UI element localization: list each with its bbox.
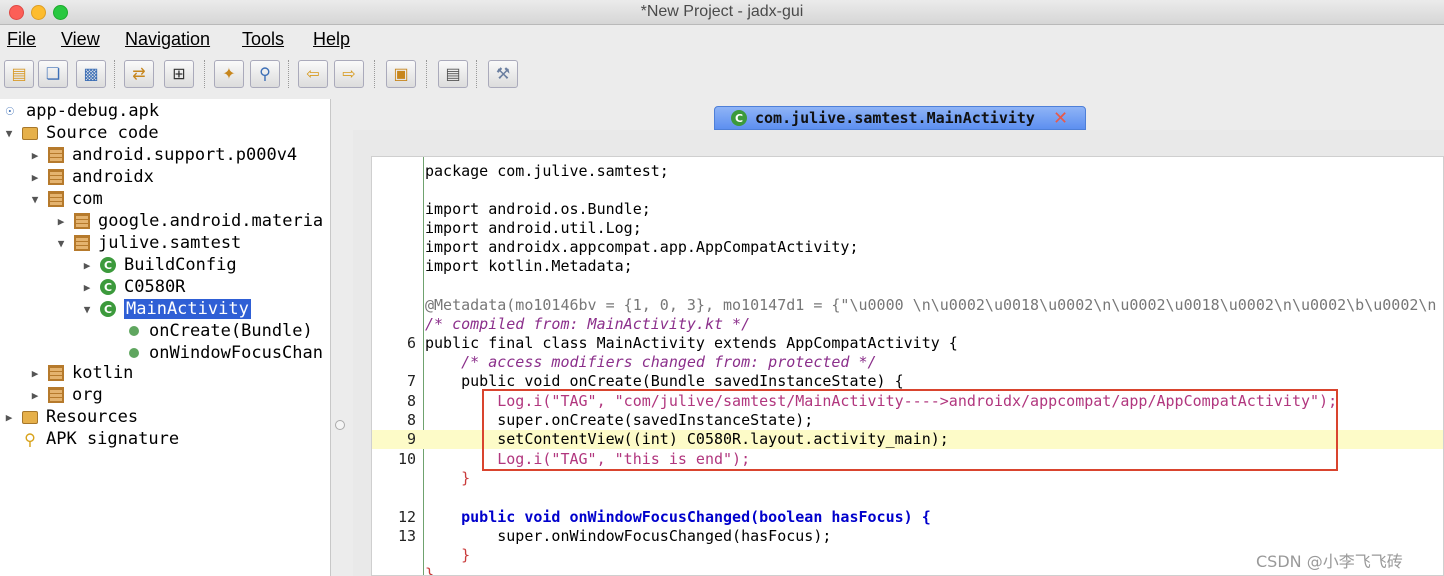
code-line: import androidx.appcompat.app.AppCompatA… (425, 238, 859, 256)
package-icon (48, 147, 64, 163)
code-line: 13 super.onWindowFocusChanged(hasFocus); (397, 527, 832, 545)
package-icon (74, 235, 90, 251)
tree-item-method[interactable]: onCreate(Bundle) (126, 320, 313, 342)
package-icon (74, 213, 90, 229)
class-icon: C (100, 279, 116, 295)
flatten-packages-icon[interactable]: ⊞ (164, 60, 194, 88)
tree-root-apk[interactable]: ☉ app-debug.apk (2, 100, 159, 122)
project-tree[interactable]: ☉ app-debug.apk ▼ Source code ▶ android.… (0, 99, 331, 576)
toolbar: ▤ ❏ ▩ ⇄ ⊞ ✦ ⚲ ⇦ ⇨ ▣ ▤ ⚒ (0, 56, 1444, 92)
tree-item-package[interactable]: ▶ kotlin (28, 362, 134, 384)
code-line: @Metadata(mo10146bv = {1, 0, 3}, mo10147… (425, 296, 1437, 314)
tree-item-package[interactable]: ▶ android.support.p000v4 (28, 144, 297, 166)
watermark: CSDN @小李飞飞砖 (1256, 552, 1403, 571)
tree-item-source-code[interactable]: ▼ Source code (2, 122, 159, 144)
tree-item-method[interactable]: onWindowFocusChan (126, 342, 323, 364)
package-icon (48, 365, 64, 381)
chevron-right-icon[interactable]: ▶ (54, 215, 68, 228)
code-line: /* compiled from: MainActivity.kt */ (425, 315, 751, 333)
menu-tools[interactable]: Tools (242, 29, 284, 50)
method-icon (129, 326, 139, 336)
menu-file[interactable]: File (7, 29, 36, 50)
tree-item-main-activity[interactable]: ▼ C MainActivity (80, 298, 251, 320)
folder-icon (22, 126, 38, 140)
toolbar-separator (476, 60, 479, 88)
chevron-right-icon[interactable]: ▶ (80, 281, 94, 294)
resources-folder-icon (22, 410, 38, 424)
toolbar-separator (204, 60, 207, 88)
panel-splitter[interactable] (331, 99, 353, 576)
highlight-annotation-box (482, 389, 1338, 471)
lock-deobfuscate-icon[interactable]: ▣ (386, 60, 416, 88)
menu-help[interactable]: Help (313, 29, 350, 50)
code-line: 6 public final class MainActivity extends… (406, 334, 958, 352)
package-icon (48, 191, 64, 207)
key-icon: ⚲ (24, 429, 36, 449)
apk-icon: ☉ (5, 103, 15, 119)
tree-item-package[interactable]: ▶ androidx (28, 166, 154, 188)
menu-navigation[interactable]: Navigation (125, 29, 210, 50)
preferences-icon[interactable]: ⚒ (488, 60, 518, 88)
class-icon: C (100, 257, 116, 273)
chevron-right-icon[interactable]: ▶ (28, 367, 42, 380)
title-bar: *New Project - jadx-gui (0, 0, 1444, 25)
method-icon (129, 348, 139, 358)
menu-bar: File View Navigation Tools Help (0, 25, 1444, 52)
toolbar-separator (374, 60, 377, 88)
class-icon: C (731, 110, 747, 126)
splitter-grip[interactable] (335, 420, 345, 430)
tree-item-apk-signature[interactable]: ⚲ APK signature (22, 428, 179, 450)
chevron-right-icon[interactable]: ▶ (28, 389, 42, 402)
code-line: package com.julive.samtest; (425, 162, 669, 180)
tree-item-class[interactable]: ▶ C C0580R (80, 276, 186, 298)
code-line: import kotlin.Metadata; (425, 257, 633, 275)
save-all-icon[interactable]: ▩ (76, 60, 106, 88)
chevron-right-icon[interactable]: ▶ (80, 259, 94, 272)
tree-item-class[interactable]: ▶ C BuildConfig (80, 254, 237, 276)
chevron-down-icon[interactable]: ▼ (2, 127, 16, 140)
code-line: } (425, 469, 471, 487)
chevron-down-icon[interactable]: ▼ (54, 237, 68, 250)
code-line: 12 public void onWindowFocusChanged(bool… (397, 508, 931, 526)
tree-item-package[interactable]: ▼ com (28, 188, 103, 210)
code-editor[interactable]: package com.julive.samtest; import andro… (371, 156, 1444, 576)
chevron-right-icon[interactable]: ▶ (28, 171, 42, 184)
tree-item-resources[interactable]: ▶ Resources (2, 406, 138, 428)
toolbar-separator (426, 60, 429, 88)
back-icon[interactable]: ⇦ (298, 60, 328, 88)
chevron-right-icon[interactable]: ▶ (28, 149, 42, 162)
code-line: import android.os.Bundle; (425, 200, 651, 218)
tree-item-package[interactable]: ▶ org (28, 384, 103, 406)
search-icon[interactable]: ⚲ (250, 60, 280, 88)
sync-icon[interactable]: ⇄ (124, 60, 154, 88)
decompile-icon[interactable]: ✦ (214, 60, 244, 88)
forward-icon[interactable]: ⇨ (334, 60, 364, 88)
package-icon (48, 169, 64, 185)
chevron-right-icon[interactable]: ▶ (2, 411, 16, 424)
chevron-down-icon[interactable]: ▼ (80, 303, 94, 316)
close-tab-icon[interactable]: ✕ (1053, 108, 1068, 129)
add-files-icon[interactable]: ❏ (38, 60, 68, 88)
open-file-icon[interactable]: ▤ (4, 60, 34, 88)
package-icon (48, 387, 64, 403)
code-line: import android.util.Log; (425, 219, 642, 237)
chevron-down-icon[interactable]: ▼ (28, 193, 42, 206)
code-line: /* access modifiers changed from: protec… (425, 353, 877, 371)
toolbar-separator (114, 60, 117, 88)
log-viewer-icon[interactable]: ▤ (438, 60, 468, 88)
toolbar-separator (288, 60, 291, 88)
class-icon: C (100, 301, 116, 317)
tree-item-package[interactable]: ▼ julive.samtest (54, 232, 242, 254)
tab-main-activity[interactable]: C com.julive.samtest.MainActivity ✕ (714, 106, 1086, 130)
menu-view[interactable]: View (61, 29, 100, 50)
tree-item-package[interactable]: ▶ google.android.materia (54, 210, 323, 232)
window-title: *New Project - jadx-gui (640, 3, 804, 20)
